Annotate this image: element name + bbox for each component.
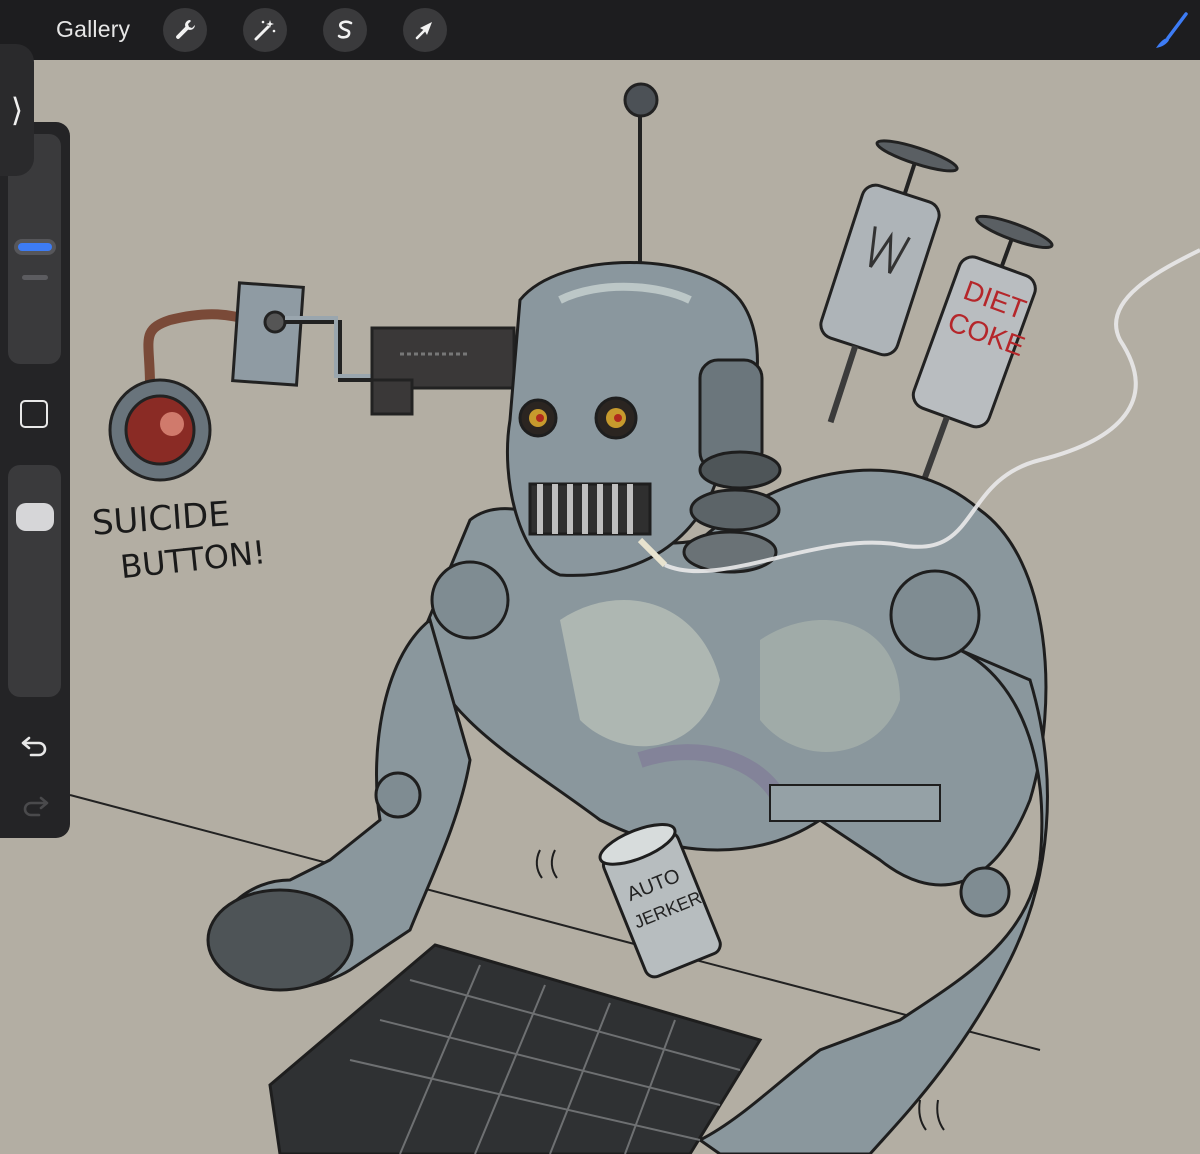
undo-arrow-icon — [21, 736, 47, 757]
paintbrush-icon — [1156, 12, 1188, 48]
left-sidebar — [0, 122, 70, 838]
actions-wrench-button[interactable] — [163, 8, 207, 52]
suicide-button-drawing — [108, 281, 380, 482]
drawing-canvas[interactable]: DIET COKE AUTO JERKER SUICIDE BUTTON! — [0, 60, 1200, 1154]
selection-button[interactable] — [323, 8, 367, 52]
suicide-label-line1: SUICIDE — [91, 494, 231, 544]
redo-arrow-icon — [23, 796, 49, 817]
keyboard-drawing — [268, 943, 763, 1154]
brush-opacity-thumb[interactable] — [16, 503, 54, 531]
brush-size-thumb[interactable] — [18, 243, 52, 251]
gallery-button[interactable]: Gallery — [56, 16, 130, 43]
sidebar-toggle-button[interactable]: ⟩ — [0, 44, 34, 176]
undo-button[interactable] — [18, 730, 52, 760]
modify-square-button[interactable] — [20, 400, 48, 428]
headset-arm — [370, 326, 516, 416]
wrench-icon — [176, 20, 195, 39]
brush-tool-button[interactable] — [1148, 8, 1192, 52]
chevron-right-icon: ⟩ — [10, 91, 24, 129]
brush-size-marker — [22, 275, 48, 280]
arrow-cursor-icon — [415, 22, 432, 40]
robot-illustration: DIET COKE AUTO JERKER SUICIDE BUTTON! — [69, 82, 1200, 1154]
brush-opacity-slider[interactable] — [8, 465, 61, 697]
selection-s-icon — [337, 20, 353, 39]
adjustments-button[interactable] — [243, 8, 287, 52]
redo-button[interactable] — [18, 790, 52, 820]
suicide-label-line2: BUTTON! — [118, 533, 267, 586]
magic-wand-icon — [254, 20, 276, 41]
top-toolbar: Gallery — [0, 0, 1200, 60]
transform-button[interactable] — [403, 8, 447, 52]
robot-left-arm — [206, 617, 472, 992]
